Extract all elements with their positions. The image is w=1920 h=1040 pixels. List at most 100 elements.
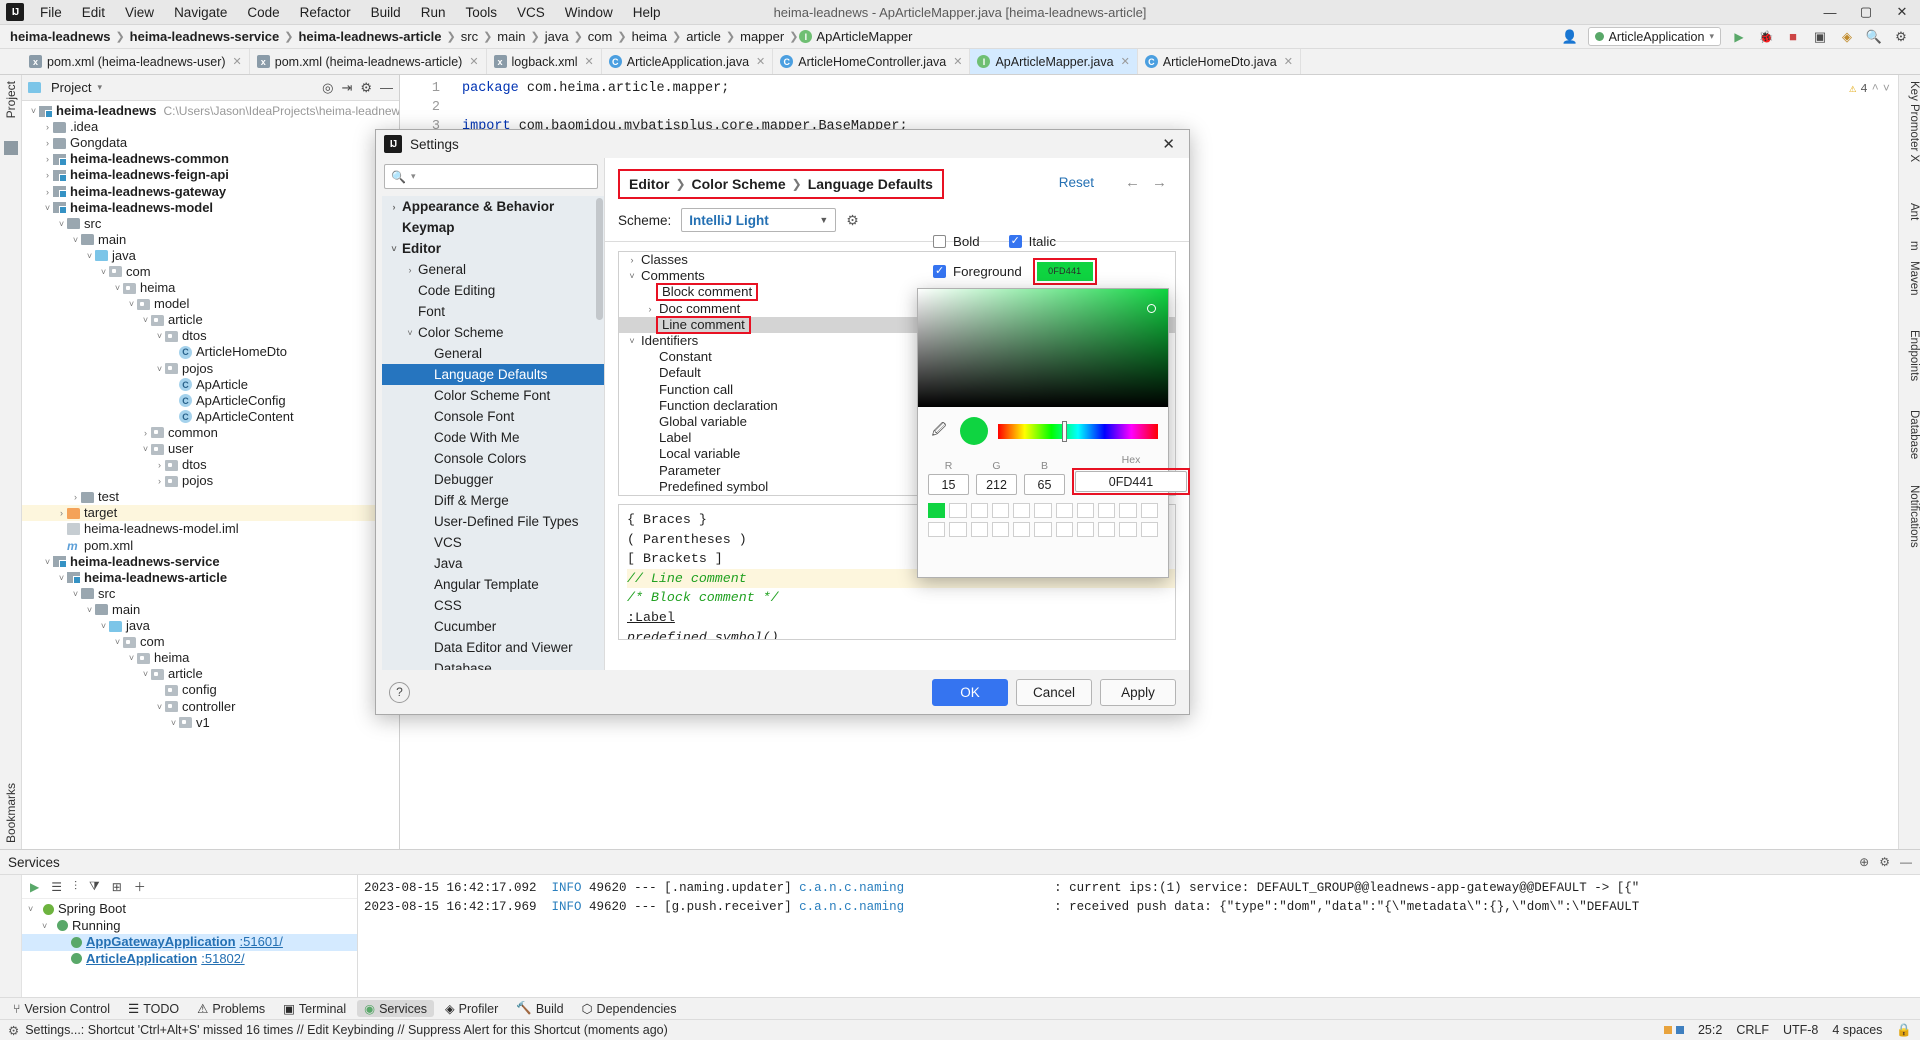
chevron-down-icon[interactable]: ˅ — [70, 586, 81, 602]
recent-swatch-empty[interactable] — [1013, 522, 1030, 537]
breadcrumb-aparticlemapper[interactable]: I ApArticleMapper — [799, 28, 916, 45]
lock-icon[interactable]: 🔒 — [1896, 1023, 1912, 1038]
project-tree-item[interactable]: ˅v1 — [22, 715, 399, 731]
project-tree-item[interactable]: ˅java — [22, 618, 399, 634]
sv-cursor[interactable] — [1147, 304, 1156, 313]
preview-line[interactable]: /* Block comment */ — [627, 588, 1175, 608]
project-tree-item[interactable]: ˅heima-leadnews-service — [22, 554, 399, 570]
code-line[interactable] — [462, 98, 1898, 117]
settings-tree-item[interactable]: ˅Editor — [382, 238, 604, 259]
globe-icon[interactable]: ⊕ — [1859, 855, 1869, 869]
color-picker-popup[interactable]: 🖉 R 15 G 212 B 65 Hex 0FD441 — [917, 288, 1169, 578]
chevron-down-icon[interactable]: ˅ — [84, 602, 95, 618]
tab-logback[interactable]: x logback.xml✕ — [487, 49, 602, 74]
recent-swatch-empty[interactable] — [1034, 503, 1051, 518]
breadcrumb-editor[interactable]: Editor — [629, 176, 669, 192]
services-console-log[interactable]: 2023-08-15 16:42:17.092 INFO 49620 --- [… — [358, 875, 1920, 997]
tab-article-home-controller[interactable]: C ArticleHomeController.java✕ — [773, 49, 970, 74]
rail-notifications[interactable]: Notifications — [1898, 485, 1920, 548]
hue-slider[interactable] — [998, 424, 1158, 439]
chevron-down-icon[interactable]: ˅ — [386, 244, 402, 254]
recent-swatch-empty[interactable] — [928, 522, 945, 537]
memory-indicator[interactable] — [1664, 1026, 1684, 1034]
rail-ant[interactable]: Ant — [1898, 203, 1920, 220]
project-tree-item[interactable]: CArticleHomeDto — [22, 344, 399, 360]
chevron-down-icon[interactable]: ˅ — [28, 901, 39, 917]
hex-input[interactable]: 0FD441 — [1075, 471, 1187, 492]
toolstrip-terminal[interactable]: ▣Terminal — [276, 1000, 353, 1017]
maximize-button[interactable]: ▢ — [1848, 0, 1884, 25]
recent-swatch-empty[interactable] — [1141, 503, 1158, 518]
chevron-down-icon[interactable]: ˅ — [126, 650, 137, 666]
project-tree-item[interactable]: ˅user — [22, 441, 399, 457]
tab-close-icon[interactable]: ✕ — [953, 55, 962, 68]
expand-icon[interactable]: ⊞ — [112, 880, 122, 894]
rail-database[interactable]: Database — [1898, 410, 1920, 459]
breadcrumb-article[interactable]: article❯ — [682, 28, 736, 45]
toolstrip-profiler[interactable]: ◈Profiler — [438, 1000, 505, 1017]
run-configuration-selector[interactable]: ArticleApplication ▾ — [1588, 27, 1721, 46]
line-separator[interactable]: CRLF — [1736, 1023, 1769, 1037]
window-controls[interactable]: — ▢ ✕ — [1812, 0, 1920, 25]
settings-tree-item[interactable]: Code Editing — [382, 280, 604, 301]
services-toolbar[interactable]: ▶ ☰ ⫶ ⧩ ⊞ ＋ — [22, 875, 357, 899]
foreground-color-swatch[interactable]: 0FD441 — [1037, 262, 1093, 281]
menu-navigate[interactable]: Navigate — [164, 2, 237, 23]
add-icon[interactable]: ＋ — [134, 878, 146, 895]
settings-tree-item[interactable]: Console Colors — [382, 448, 604, 469]
project-tree-item[interactable]: CApArticle — [22, 377, 399, 393]
main-menu[interactable]: File Edit View Navigate Code Refactor Bu… — [30, 2, 671, 23]
collapse-icon[interactable]: ⇥ — [341, 80, 352, 96]
recent-swatch-empty[interactable] — [1056, 503, 1073, 518]
chevron-right-icon[interactable]: › — [56, 505, 67, 521]
settings-tree-item[interactable]: ˅Color Scheme — [382, 322, 604, 343]
apply-button[interactable]: Apply — [1100, 679, 1176, 706]
tab-close-icon[interactable]: ✕ — [585, 55, 594, 68]
settings-tree-item[interactable]: Language Defaults — [382, 364, 604, 385]
chevron-right-icon[interactable]: › — [402, 265, 418, 275]
structure-icon[interactable] — [4, 141, 18, 155]
settings-tree-item[interactable]: ›Appearance & Behavior — [382, 196, 604, 217]
chevron-right-icon[interactable]: › — [154, 473, 165, 489]
chevron-down-icon[interactable]: ˅ — [402, 328, 418, 338]
navbar-actions[interactable]: 👤 ArticleApplication ▾ ▶ 🐞 ■ ▣ ◈ 🔍 ⚙ — [1561, 27, 1914, 46]
recent-swatch-empty[interactable] — [992, 522, 1009, 537]
services-tree-item[interactable]: ˅Spring Boot — [22, 901, 357, 918]
settings-close-button[interactable]: ✕ — [1156, 135, 1181, 153]
chevron-down-icon[interactable]: ˅ — [154, 328, 165, 344]
menu-tools[interactable]: Tools — [455, 2, 507, 23]
chevron-right-icon[interactable]: › — [42, 151, 53, 167]
settings-tree-item[interactable]: Color Scheme Font — [382, 385, 604, 406]
chevron-down-icon[interactable]: ˅ — [84, 248, 95, 264]
recent-swatch-empty[interactable] — [1013, 503, 1030, 518]
services-port-link[interactable]: :51802/ — [201, 951, 244, 967]
settings-tree-item[interactable]: CSS — [382, 595, 604, 616]
inspection-widget[interactable]: ⚠ 4 ^˅ — [1849, 81, 1890, 96]
eyedropper-icon[interactable]: 🖉 — [928, 420, 950, 442]
project-tree-item[interactable]: ˅com — [22, 264, 399, 280]
project-tree-item[interactable]: ›dtos — [22, 457, 399, 473]
settings-tree-item[interactable]: Console Font — [382, 406, 604, 427]
group-icon[interactable]: ⫶ — [74, 879, 77, 894]
chevron-right-icon[interactable]: › — [70, 489, 81, 505]
close-button[interactable]: ✕ — [1884, 0, 1920, 25]
recent-swatch-empty[interactable] — [1098, 503, 1115, 518]
breadcrumb-color-scheme[interactable]: Color Scheme — [692, 176, 786, 192]
chevron-down-icon[interactable]: ˅ — [56, 570, 67, 586]
project-tree-item[interactable]: CApArticleConfig — [22, 393, 399, 409]
project-tree-item[interactable]: ˅com — [22, 634, 399, 650]
tab-ap-article-mapper[interactable]: I ApArticleMapper.java✕ — [970, 49, 1137, 74]
project-tree-item[interactable]: ˅article — [22, 666, 399, 682]
chevron-down-icon[interactable]: ˅ — [98, 264, 109, 280]
chevron-down-icon[interactable]: ˅ — [168, 715, 179, 731]
toolstrip-build[interactable]: 🔨Build — [509, 1000, 570, 1017]
help-button[interactable]: ? — [389, 682, 410, 703]
chevron-down-icon[interactable]: ˅ — [154, 361, 165, 377]
chevron-down-icon[interactable]: ˅ — [42, 200, 53, 216]
preview-line[interactable]: :Label — [627, 608, 1175, 628]
project-tree-item[interactable]: ˅main — [22, 602, 399, 618]
list-icon[interactable]: ☰ — [51, 880, 62, 894]
debug-icon[interactable]: 🐞 — [1757, 28, 1775, 46]
foreground-checkbox[interactable] — [933, 265, 946, 278]
filter-icon[interactable]: ⧩ — [89, 879, 100, 894]
